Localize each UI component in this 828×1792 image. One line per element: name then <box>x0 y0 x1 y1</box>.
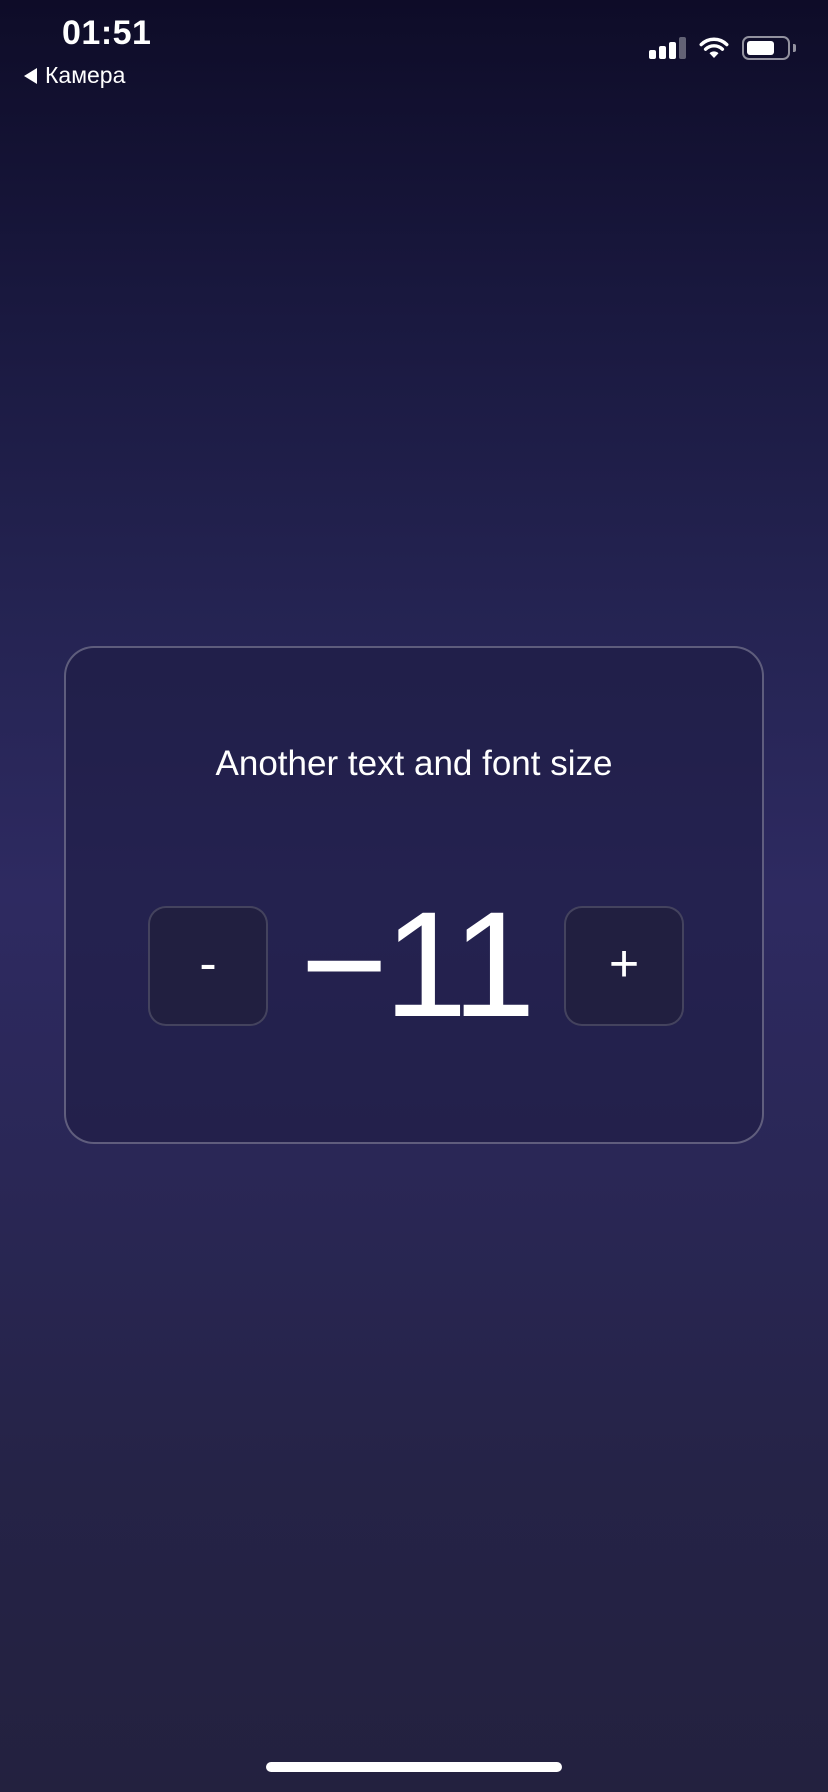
home-indicator[interactable] <box>266 1762 562 1772</box>
font-size-value: −11 <box>300 880 535 1048</box>
decrement-button[interactable]: - <box>148 906 268 1026</box>
battery-fill <box>747 41 774 55</box>
font-size-stepper: - −11 + <box>66 884 762 1044</box>
increment-button[interactable]: + <box>564 906 684 1026</box>
card-title: Another text and font size <box>215 744 613 783</box>
back-label: Камера <box>45 62 126 88</box>
wifi-icon <box>699 37 729 58</box>
back-to-camera-button[interactable]: Камера <box>24 62 125 89</box>
status-icons <box>649 36 796 60</box>
back-arrow-icon <box>24 67 37 84</box>
battery-icon <box>742 36 796 60</box>
font-size-card: Another text and font size - −11 + <box>64 646 764 1144</box>
signal-icon <box>649 37 686 59</box>
status-time: 01:51 <box>62 14 152 52</box>
